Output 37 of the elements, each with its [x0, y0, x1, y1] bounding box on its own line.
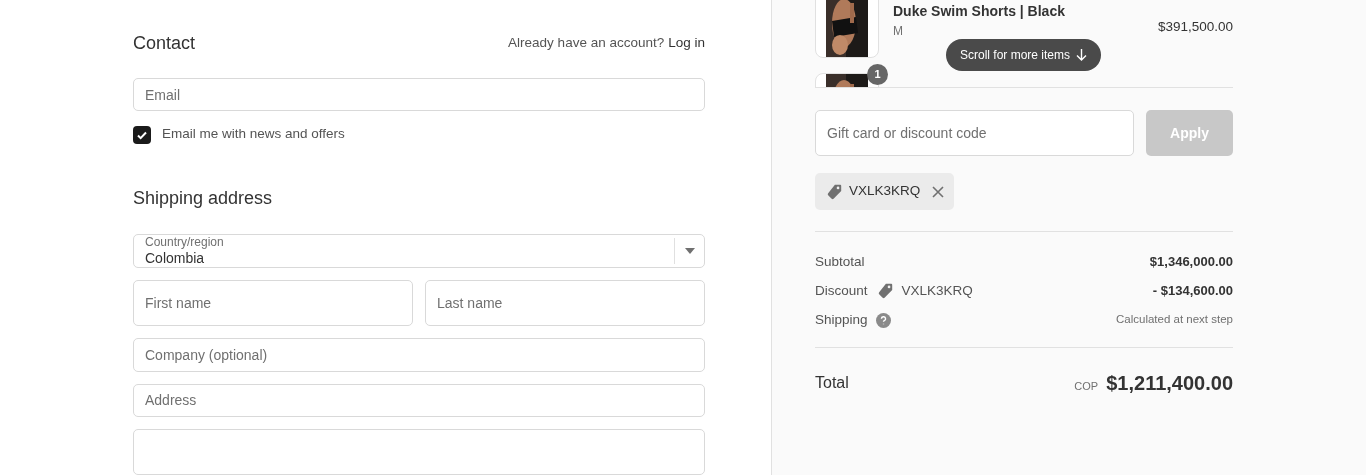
discount-tag: VXLK3KRQ [815, 173, 955, 210]
product-price: $391,500.00 [1157, 18, 1233, 36]
total-value: $1,211,400.00 [1106, 371, 1233, 396]
help-icon[interactable] [875, 312, 891, 328]
text-field[interactable] [133, 429, 705, 475]
section-heading: Shipping address [133, 186, 274, 210]
discount-code-field[interactable]: Gift card or discount code [815, 110, 1134, 156]
checkbox[interactable] [133, 125, 151, 144]
text-field[interactable]: Email [133, 78, 705, 112]
summary-value: $1,346,000.00 [1149, 253, 1233, 272]
text-field[interactable]: Address [133, 383, 705, 417]
field-label: Country/region [145, 234, 225, 250]
country-select[interactable]: Country/region Colombia [133, 233, 705, 269]
summary-value: - $134,600.00 [1152, 282, 1233, 301]
arrow-down-icon [1076, 49, 1088, 61]
summary-label: Discount [815, 281, 868, 300]
section-heading: Contact [133, 32, 196, 55]
summary-label: Shipping [815, 310, 868, 329]
field-value: Colombia [145, 249, 206, 268]
currency-code: COP [1074, 379, 1099, 394]
account-prompt: Already have an account? [508, 34, 665, 53]
caret-icon [684, 247, 695, 254]
text-field[interactable]: Company (optional) [133, 338, 705, 372]
discount-code: VXLK3KRQ [901, 281, 973, 300]
product-name: Duke Swim Shorts | Black [893, 2, 1066, 21]
summary-value: Calculated at next step [1116, 312, 1233, 328]
text-field[interactable]: Last name [425, 280, 705, 327]
product-variant: M [893, 23, 904, 40]
scroll-hint[interactable]: Scroll for more items [946, 39, 1102, 71]
login-link[interactable]: Log in [668, 33, 705, 54]
text-field[interactable]: First name [133, 280, 413, 327]
close-icon[interactable] [932, 185, 945, 198]
checkbox-label: Email me with news and offers [162, 125, 345, 144]
quantity-badge: 1 [867, 64, 888, 85]
tag-icon [825, 182, 843, 201]
summary-label: Subtotal [815, 252, 865, 271]
total-label: Total [815, 373, 849, 393]
